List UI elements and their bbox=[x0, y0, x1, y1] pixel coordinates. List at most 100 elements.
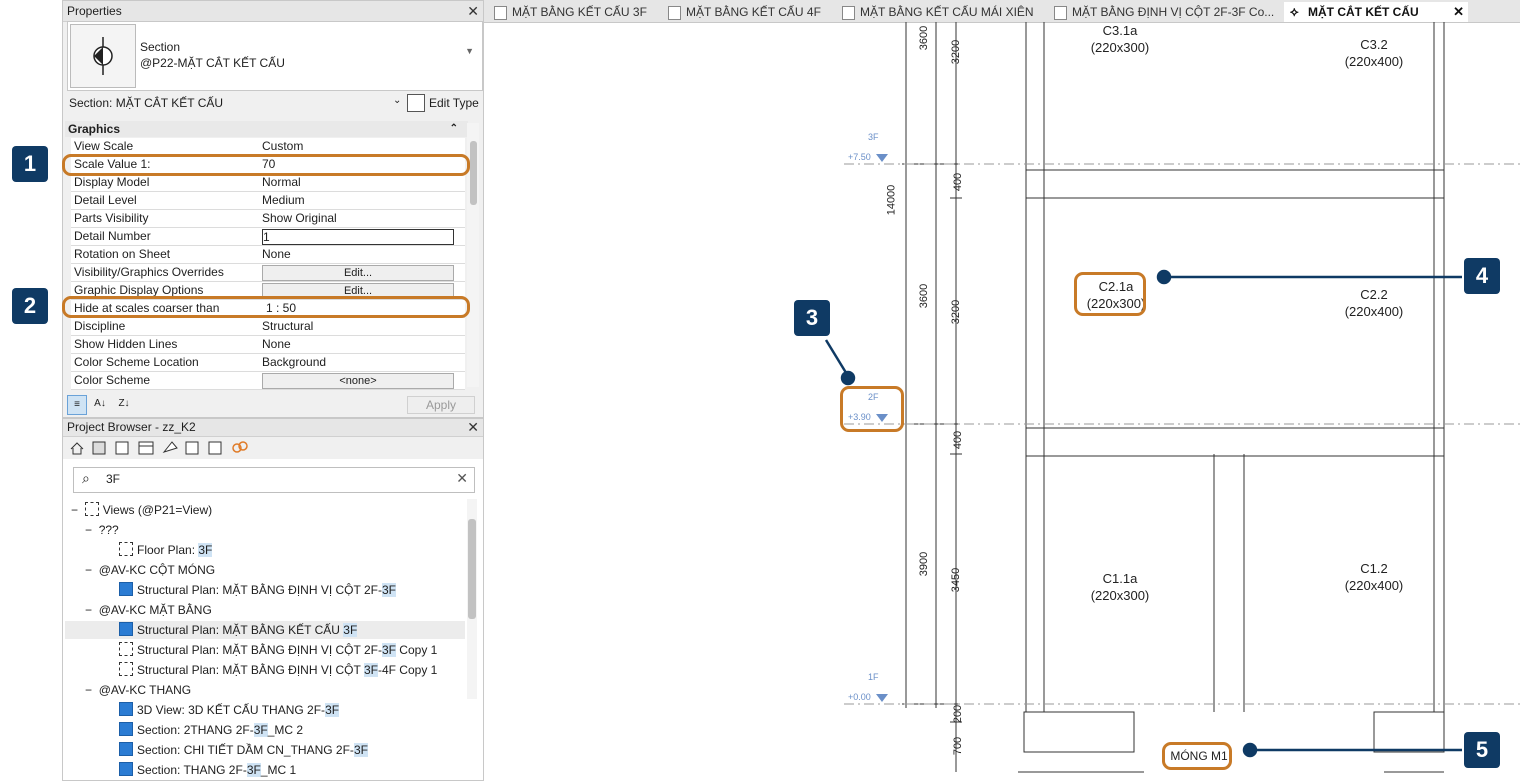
prop-value: Show Original bbox=[262, 211, 337, 225]
type-selector[interactable]: Section @P22-MẶT CẮT KẾT CẤU ▼ bbox=[67, 21, 483, 91]
tree-item-section-thang[interactable]: Section: THANG 2F-3F_MC 1 bbox=[119, 761, 296, 779]
tab-mat-bang-mai-xien[interactable]: MẶT BẰNG KẾT CẤU MÁI XIÊN bbox=[836, 2, 1068, 22]
prop-row-color-scheme[interactable]: Color Scheme <none> bbox=[71, 372, 465, 390]
column-tag-c12: C1.2 (220x400) bbox=[1334, 560, 1414, 594]
prop-row-vg-overrides[interactable]: Visibility/Graphics Overrides Edit... bbox=[71, 264, 465, 282]
detail-number-input[interactable]: 1 bbox=[262, 229, 454, 245]
section-tab-icon: ⟡ bbox=[1290, 4, 1299, 19]
categorize-icon[interactable]: ≡ bbox=[67, 395, 87, 415]
type-subname: @P22-MẶT CẮT KẾT CẤU bbox=[140, 56, 285, 70]
tab-dinh-vi-cot[interactable]: MẶT BẰNG ĐỊNH VỊ CỘT 2F-3F Co... bbox=[1048, 2, 1298, 22]
tree-label: Structural Plan: MẶT BẰNG ĐỊNH VỊ CỘT bbox=[137, 663, 364, 677]
prop-value: Background bbox=[262, 355, 327, 369]
tree-item-structural-plan[interactable]: Structural Plan: MẶT BẰNG ĐỊNH VỊ CỘT 2F… bbox=[119, 581, 396, 599]
browser-scroll-thumb[interactable] bbox=[468, 519, 476, 619]
chevron-down-icon[interactable]: ⌄ bbox=[393, 95, 401, 106]
browser-title-bar: Project Browser - zz_K2 ✕ bbox=[63, 419, 483, 437]
graphics-group-label: Graphics bbox=[68, 122, 121, 136]
view-tab-bar: MẶT BẰNG KẾT CẤU 3F MẶT BẰNG KẾT CẤU 4F … bbox=[484, 0, 1520, 23]
browser-search-input[interactable]: ⌕ 3F ✕ bbox=[73, 467, 475, 493]
prop-row-display-model[interactable]: Display Model Normal bbox=[71, 174, 465, 192]
dim-3450: 3450 bbox=[950, 567, 963, 593]
tree-label: Section: CHI TIẾT DẦM CN_THANG 2F- bbox=[137, 743, 354, 757]
sort-descending-icon[interactable]: Z↓ bbox=[115, 395, 133, 413]
apply-button[interactable]: Apply bbox=[407, 396, 475, 414]
search-match: 3F bbox=[343, 623, 358, 637]
column-tag-c31a: C3.1a (220x300) bbox=[1080, 22, 1160, 56]
search-match: 3F bbox=[381, 643, 396, 657]
dim-400-lower: 400 bbox=[952, 430, 965, 450]
tree-label: Structural Plan: MẶT BẰNG ĐỊNH VỊ CỘT 2F… bbox=[137, 583, 382, 597]
tree-group-mat-bang[interactable]: − @AV-KC MẶT BẰNG bbox=[85, 601, 212, 619]
tree-group-cot-mong[interactable]: − @AV-KC CỘT MÓNG bbox=[85, 561, 215, 579]
tab-mat-bang-4f[interactable]: MẶT BẰNG KẾT CẤU 4F bbox=[662, 2, 856, 22]
view-icon bbox=[119, 662, 133, 676]
prop-row-hidden-lines[interactable]: Show Hidden Lines None bbox=[71, 336, 465, 354]
section-marker-icon bbox=[93, 37, 113, 75]
search-match: 3F bbox=[353, 743, 368, 757]
collapse-icon[interactable]: ⌃ bbox=[450, 121, 458, 137]
properties-footer: ≡ A↓ Z↓ Apply bbox=[65, 393, 481, 415]
clear-search-icon[interactable]: ✕ bbox=[456, 470, 468, 487]
level-1f-elevation: +0.00 bbox=[848, 692, 871, 702]
collapse-minus-icon[interactable]: − bbox=[85, 683, 99, 697]
view-icon bbox=[119, 542, 133, 556]
vg-edit-button[interactable]: Edit... bbox=[262, 265, 454, 281]
dropdown-arrow-icon[interactable]: ▼ bbox=[465, 46, 474, 56]
dim-14000: 14000 bbox=[885, 184, 898, 216]
browser-toolbar bbox=[63, 437, 483, 459]
prop-row-parts-visibility[interactable]: Parts Visibility Show Original bbox=[71, 210, 465, 228]
tree-item-section-chi-tiet[interactable]: Section: CHI TIẾT DẦM CN_THANG 2F-3F bbox=[119, 741, 368, 759]
search-match: 3F bbox=[325, 703, 340, 717]
prop-value: Custom bbox=[262, 139, 304, 153]
tree-item-3d-view[interactable]: 3D View: 3D KẾT CẤU THANG 2F-3F bbox=[119, 701, 340, 719]
tag-size: (220x300) bbox=[1090, 40, 1150, 55]
tree-item-structural-plan-copy-2[interactable]: Structural Plan: MẶT BẰNG ĐỊNH VỊ CỘT 3F… bbox=[119, 661, 437, 679]
tree-group-unknown[interactable]: − ??? bbox=[85, 521, 119, 539]
dim-3200-upper: 3200 bbox=[950, 39, 963, 65]
prop-name: Visibility/Graphics Overrides bbox=[74, 265, 224, 279]
column-tag-c11a: C1.1a (220x300) bbox=[1080, 570, 1160, 604]
sort-ascending-icon[interactable]: A↓ bbox=[91, 395, 109, 413]
close-icon[interactable]: ✕ bbox=[467, 1, 479, 21]
close-tab-icon[interactable]: ✕ bbox=[1453, 2, 1464, 22]
properties-panel: Properties ✕ Section @P22-MẶT CẮT KẾT CẤ… bbox=[62, 0, 484, 418]
tree-item-floor-plan[interactable]: Floor Plan: 3F bbox=[119, 541, 213, 559]
tree-item-section-2thang[interactable]: Section: 2THANG 2F-3F_MC 2 bbox=[119, 721, 303, 739]
tab-mat-cat-ket-cau[interactable]: ⟡ MẶT CẮT KẾT CẤU ✕ bbox=[1284, 2, 1468, 22]
section-view-icon bbox=[119, 722, 133, 736]
tree-group-thang[interactable]: − @AV-KC THANG bbox=[85, 681, 191, 699]
prop-row-rotation[interactable]: Rotation on Sheet None bbox=[71, 246, 465, 264]
prop-value: Medium bbox=[262, 193, 305, 207]
close-icon[interactable]: ✕ bbox=[467, 419, 479, 436]
callout-badge-4: 4 bbox=[1464, 258, 1500, 294]
prop-name: Show Hidden Lines bbox=[74, 337, 178, 351]
collapse-minus-icon[interactable]: − bbox=[85, 523, 99, 537]
column-tag-c32: C3.2 (220x400) bbox=[1334, 36, 1414, 70]
tree-root-views[interactable]: − Views (@P21=View) bbox=[71, 501, 212, 519]
prop-value: None bbox=[262, 247, 291, 261]
drawing-canvas[interactable]: 3F +7.50 2F +3.90 1F +0.00 14000 3600 36… bbox=[484, 22, 1520, 781]
collapse-minus-icon[interactable]: − bbox=[85, 563, 99, 577]
prop-row-color-scheme-location[interactable]: Color Scheme Location Background bbox=[71, 354, 465, 372]
prop-row-detail-level[interactable]: Detail Level Medium bbox=[71, 192, 465, 210]
prop-row-discipline[interactable]: Discipline Structural bbox=[71, 318, 465, 336]
tree-item-structural-plan-copy[interactable]: Structural Plan: MẶT BẰNG ĐỊNH VỊ CỘT 2F… bbox=[119, 641, 437, 659]
browser-toolbar-icons[interactable] bbox=[69, 440, 259, 456]
color-scheme-button[interactable]: <none> bbox=[262, 373, 454, 389]
properties-scroll-thumb[interactable] bbox=[470, 141, 477, 205]
instance-selector[interactable]: Section: MẶT CẮT KẾT CẤU bbox=[69, 96, 223, 110]
edit-type-button[interactable]: Edit Type bbox=[429, 96, 479, 110]
prop-name: Parts Visibility bbox=[74, 211, 149, 225]
collapse-minus-icon[interactable]: − bbox=[85, 603, 99, 617]
callout-badge-3: 3 bbox=[794, 300, 830, 336]
tree-item-selected[interactable]: Structural Plan: MẶT BẰNG KẾT CẤU 3F bbox=[65, 621, 465, 639]
prop-name: Rotation on Sheet bbox=[74, 247, 171, 261]
level-1f-label: 1F bbox=[868, 672, 879, 682]
tab-mat-bang-3f[interactable]: MẶT BẰNG KẾT CẤU 3F bbox=[488, 2, 682, 22]
prop-row-detail-number[interactable]: Detail Number 1 bbox=[71, 228, 465, 246]
graphics-group-header[interactable]: Graphics ⌃ bbox=[65, 121, 468, 137]
collapse-minus-icon[interactable]: − bbox=[71, 503, 85, 517]
tree-label: Section: THANG 2F- bbox=[137, 763, 247, 777]
search-value[interactable]: 3F bbox=[106, 472, 120, 486]
